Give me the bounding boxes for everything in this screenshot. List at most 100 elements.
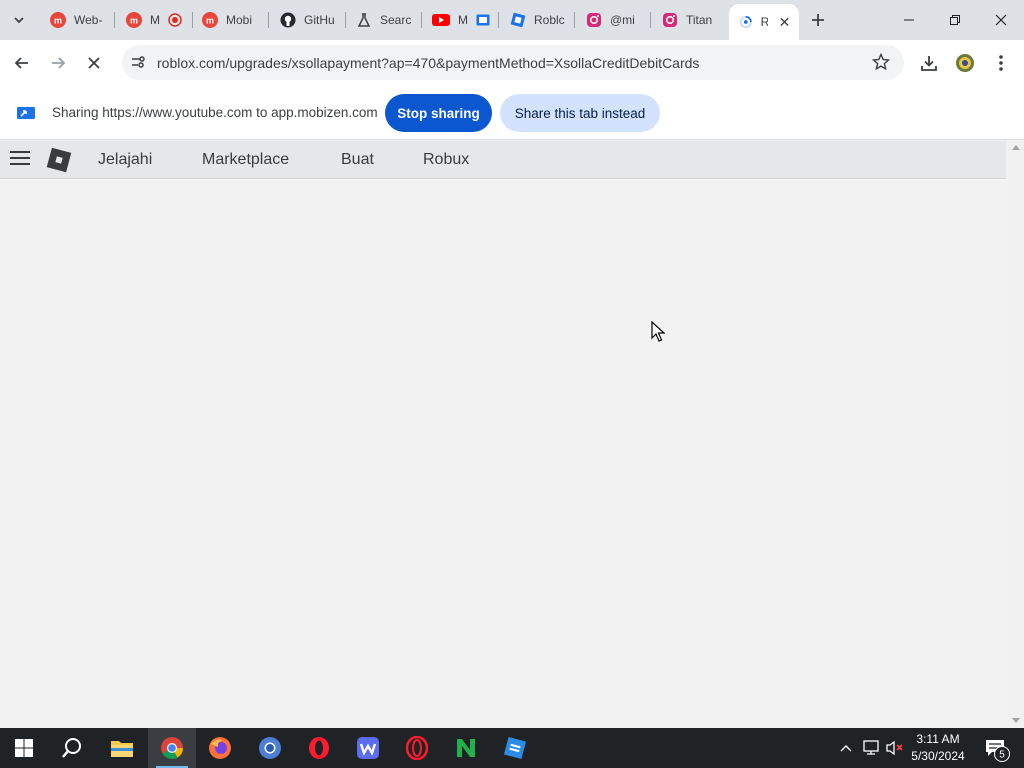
menu-icon[interactable] [10, 151, 30, 167]
new-tab-button[interactable] [806, 8, 830, 32]
network-button[interactable] [860, 728, 882, 768]
mobizen-icon: m [202, 12, 218, 28]
browser-toolbar: roblox.com/upgrades/xsollapayment?ap=470… [0, 40, 1024, 86]
address-bar[interactable]: roblox.com/upgrades/xsollapayment?ap=470… [122, 45, 904, 80]
tab-youtube[interactable]: M [422, 6, 496, 34]
roblox-studio-icon [503, 736, 527, 760]
screen-share-icon [17, 107, 35, 119]
scroll-up-arrow[interactable] [1012, 145, 1020, 150]
roblox-studio-icon [510, 12, 526, 28]
sharing-status-text: Sharing https://www.youtube.com to app.m… [52, 105, 378, 120]
svg-text:m: m [206, 16, 214, 26]
tab-separator [574, 12, 575, 28]
chevron-up-icon [840, 745, 852, 752]
tab-search[interactable]: Searc [346, 6, 418, 34]
youtube-icon [432, 14, 450, 26]
windows-taskbar: 3:11 AM 5/30/2024 [0, 728, 1024, 768]
close-icon: ✕ [778, 13, 791, 30]
recording-icon [168, 13, 182, 27]
arrow-left-icon [14, 57, 28, 69]
tab-mobizen[interactable]: m Mobi [192, 6, 264, 34]
url-text[interactable]: roblox.com/upgrades/xsollapayment?ap=470… [157, 55, 699, 71]
tab-strip: m Web- m M m Mobi GitHu Searc M Roblc @m… [0, 0, 1024, 40]
search-button[interactable] [48, 728, 96, 768]
tab-label: Searc [380, 13, 412, 27]
tab-instagram-mi[interactable]: @mi [576, 6, 648, 34]
cast-icon [476, 14, 490, 26]
tab-instagram-titan[interactable]: Titan [652, 6, 726, 34]
site-settings-icon[interactable] [130, 54, 146, 70]
share-this-tab-button[interactable]: Share this tab instead [500, 94, 660, 132]
star-icon[interactable] [872, 53, 890, 71]
taskbar-chromium[interactable] [246, 728, 294, 768]
minimize-icon [904, 19, 914, 21]
downloads-button[interactable] [914, 48, 944, 78]
restore-button[interactable] [932, 0, 978, 40]
network-icon [863, 740, 879, 755]
flask-icon [357, 13, 371, 27]
tab-github[interactable]: GitHu [270, 6, 342, 34]
tab-search-button[interactable] [6, 7, 32, 33]
tab-label: GitHu [304, 13, 335, 27]
instagram-icon [587, 13, 601, 27]
taskbar-file-explorer[interactable] [98, 728, 146, 768]
tab-label: @mi [610, 13, 635, 27]
download-icon [921, 56, 937, 71]
taskbar-roblox-studio[interactable] [491, 728, 539, 768]
opera-icon [309, 737, 329, 759]
tab-label: M [458, 13, 468, 27]
tab-label: Titan [686, 13, 713, 27]
taskbar-chrome[interactable] [148, 728, 196, 768]
svg-text:m: m [130, 16, 138, 26]
chevron-down-icon [14, 17, 24, 24]
tab-roblox-active[interactable]: R ✕ [729, 4, 799, 40]
svg-text:m: m [54, 16, 62, 26]
taskbar-opera[interactable] [295, 728, 343, 768]
back-button[interactable] [7, 48, 37, 78]
volume-button[interactable] [884, 728, 906, 768]
tab-web[interactable]: m Web- [40, 6, 112, 34]
extension-button[interactable] [950, 48, 980, 78]
screen-sharing-bar: Sharing https://www.youtube.com to app.m… [0, 86, 1024, 140]
minimize-button[interactable] [886, 0, 932, 40]
nav-link-buat[interactable]: Buat [341, 151, 374, 169]
app-n-icon [457, 739, 475, 757]
nav-link-robux[interactable]: Robux [423, 151, 469, 169]
taskbar-wattpad[interactable] [344, 728, 392, 768]
taskbar-opera-gx[interactable] [393, 728, 441, 768]
tab-label: M [150, 13, 160, 27]
github-icon [280, 12, 296, 28]
roblox-logo[interactable] [46, 147, 72, 173]
notification-count: 5 [999, 750, 1005, 761]
nav-link-marketplace[interactable]: Marketplace [202, 151, 289, 169]
page-content: Jelajahi Marketplace Buat Robux [0, 141, 1008, 727]
folder-icon [111, 741, 133, 757]
arrow-right-icon [52, 57, 66, 69]
tab-separator [650, 12, 651, 28]
page-scrollbar[interactable] [1008, 141, 1024, 727]
stop-sharing-button[interactable]: Stop sharing [385, 94, 492, 132]
close-window-button[interactable] [978, 0, 1024, 40]
taskbar-app-n[interactable] [442, 728, 490, 768]
loading-icon [739, 16, 752, 28]
browser-menu-button[interactable] [986, 48, 1016, 78]
search-icon [62, 738, 81, 758]
start-button[interactable] [0, 728, 48, 768]
scroll-down-arrow[interactable] [1012, 718, 1020, 723]
stop-loading-button[interactable] [79, 48, 109, 78]
forward-button[interactable] [43, 48, 73, 78]
volume-muted-icon [886, 740, 903, 756]
taskbar-firefox[interactable] [196, 728, 244, 768]
tab-roblox-studio[interactable]: Roblc [500, 6, 572, 34]
clock-time: 3:11 AM [916, 732, 960, 746]
close-tab-button[interactable]: ✕ [776, 12, 793, 32]
windows-icon [15, 739, 33, 757]
clock-date: 5/30/2024 [911, 749, 965, 763]
firefox-icon [209, 737, 231, 759]
tab-m-recording[interactable]: m M [116, 6, 190, 34]
nav-link-jelajahi[interactable]: Jelajahi [98, 151, 152, 169]
tab-label: R [760, 15, 768, 29]
tray-overflow-button[interactable] [836, 728, 856, 768]
system-clock[interactable]: 3:11 AM 5/30/2024 [905, 731, 971, 765]
tab-label: Web- [74, 13, 103, 27]
